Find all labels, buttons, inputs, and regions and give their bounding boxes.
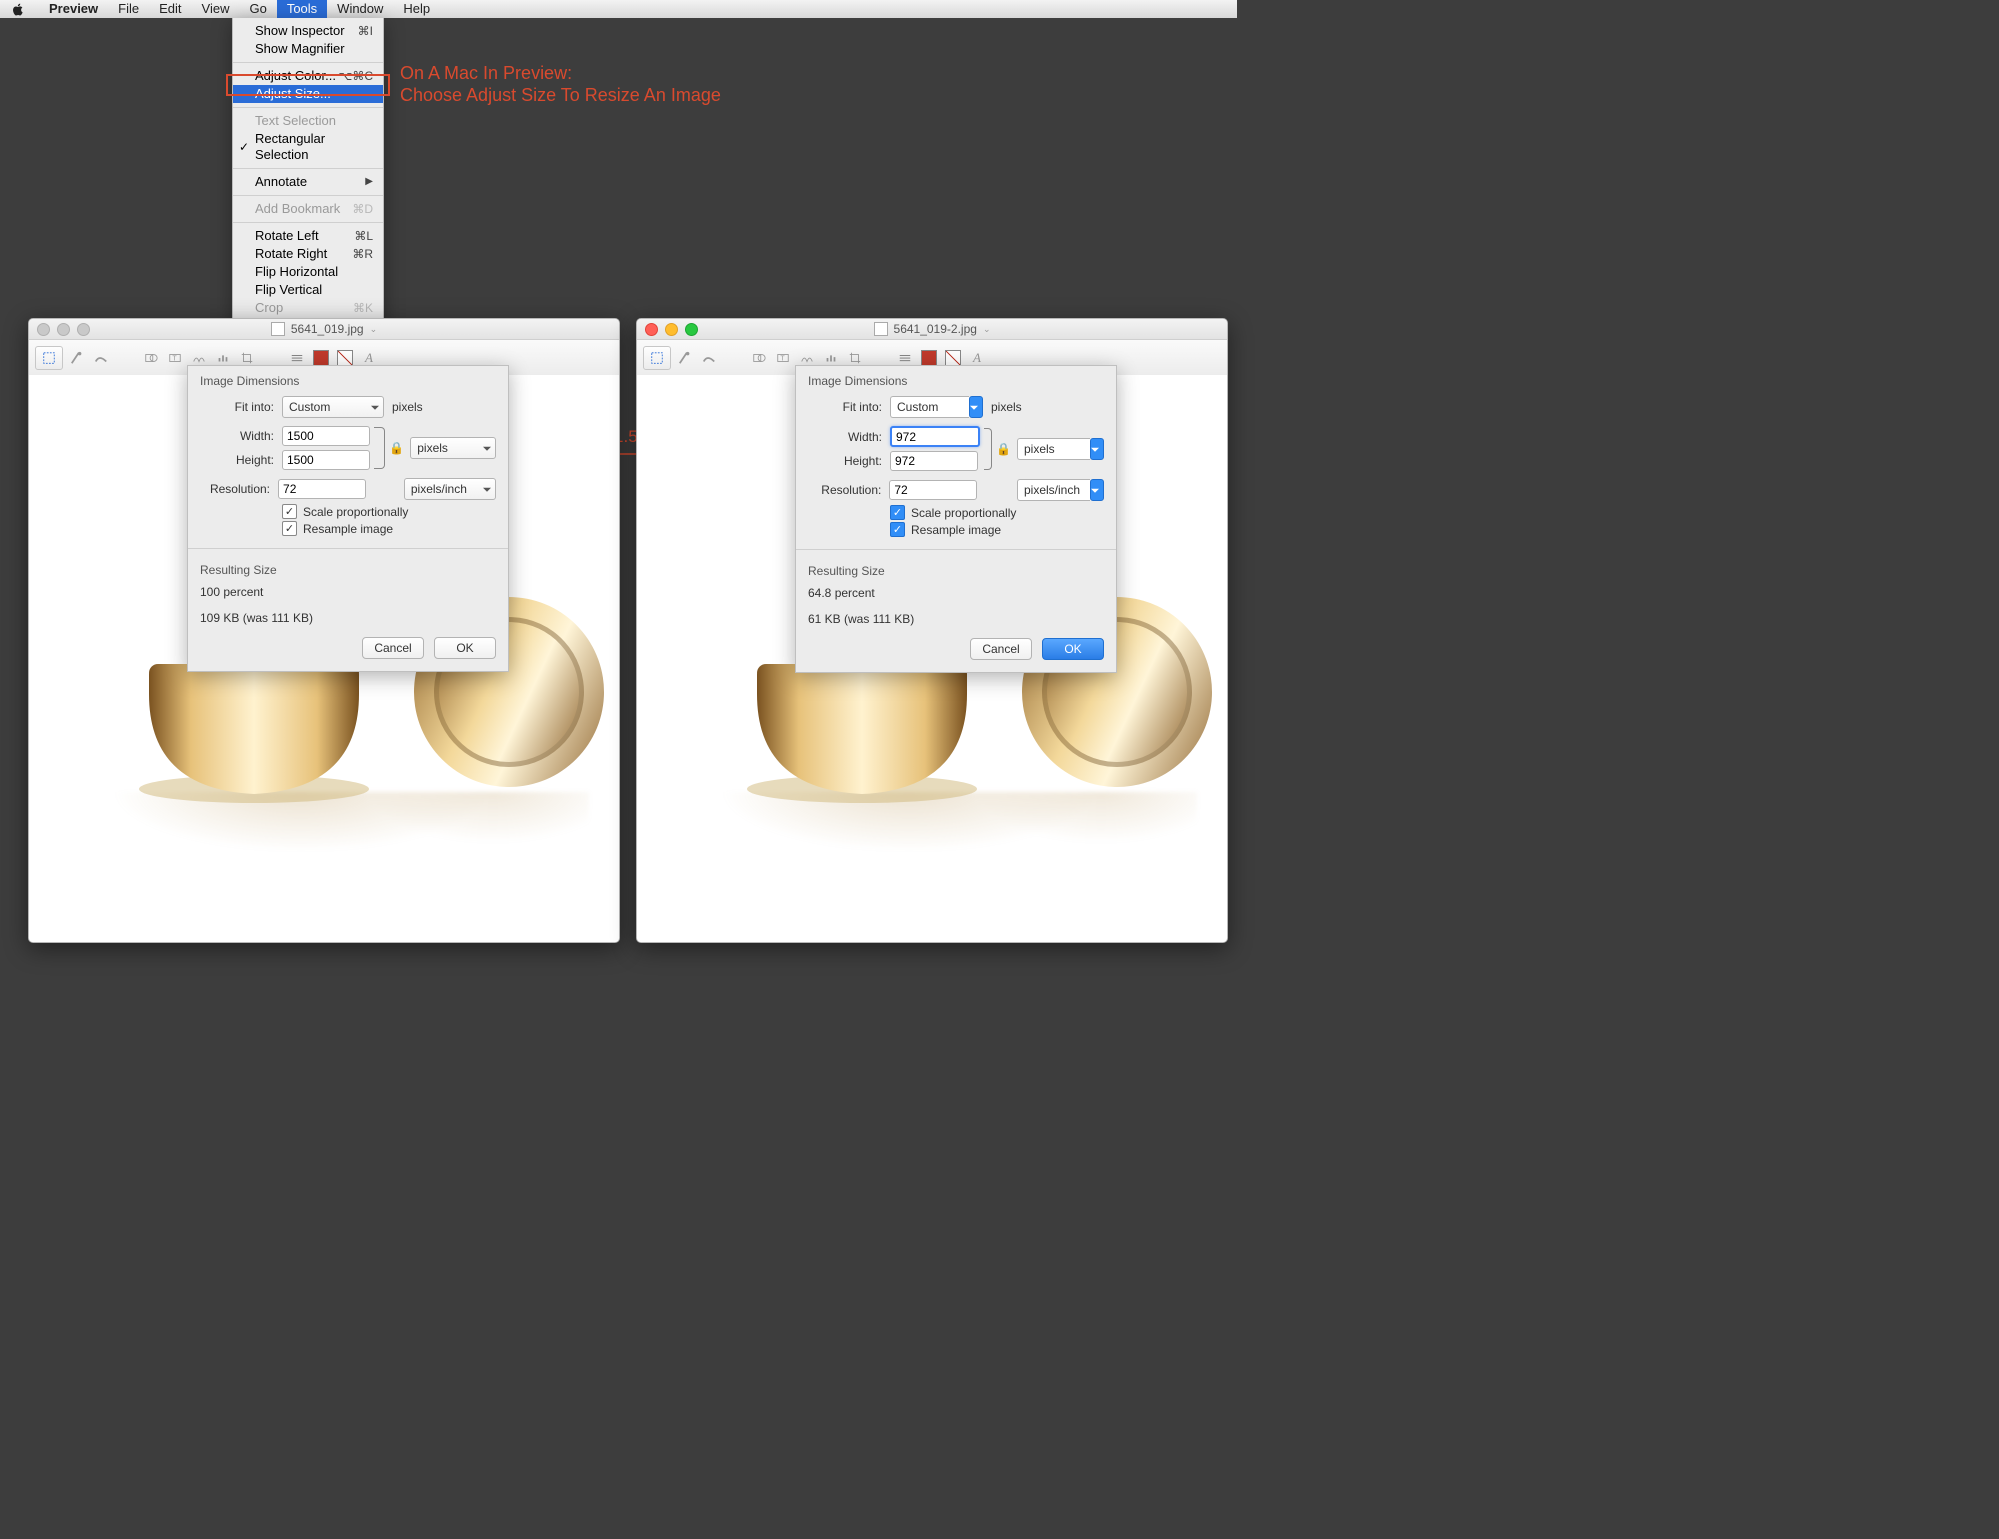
menu-file[interactable]: File [108, 0, 149, 18]
menuitem-text-selection: Text Selection [233, 112, 383, 130]
shapes-icon[interactable] [141, 347, 161, 369]
ok-button[interactable]: OK [1042, 638, 1104, 660]
height-input[interactable] [890, 451, 978, 471]
label-width: Width: [808, 430, 882, 444]
resample-image-checkbox[interactable]: ✓Resample image [282, 521, 496, 536]
menuitem-annotate[interactable]: Annotate▶ [233, 173, 383, 191]
preview-window-left: 5641_019.jpg ⌄ T A [28, 318, 620, 943]
lock-bracket [374, 427, 385, 469]
label-width: Width: [200, 429, 274, 443]
res-unit-select[interactable]: pixels/inch [404, 478, 496, 500]
label-fit-into: Fit into: [808, 400, 882, 414]
titlebar: 5641_019-2.jpg ⌄ [637, 319, 1227, 340]
menu-help[interactable]: Help [393, 0, 440, 18]
instant-alpha-icon[interactable] [675, 347, 695, 369]
menuitem-rectangular-selection[interactable]: ✓Rectangular Selection [233, 130, 383, 164]
menu-tools[interactable]: Tools [277, 0, 327, 18]
adjust-size-dialog: Image Dimensions Fit into: Custom pixels… [795, 365, 1117, 673]
menu-window[interactable]: Window [327, 0, 393, 18]
resolution-input[interactable] [889, 480, 977, 500]
width-input[interactable] [282, 426, 370, 446]
svg-text:T: T [780, 356, 785, 363]
svg-text:T: T [172, 356, 177, 363]
menuitem-crop: Crop⌘K [233, 299, 383, 317]
lock-bracket [984, 428, 992, 470]
window-title: 5641_019-2.jpg ⌄ [637, 322, 1227, 336]
scale-proportionally-checkbox[interactable]: ✓Scale proportionally [890, 505, 1104, 520]
cancel-button[interactable]: Cancel [362, 637, 424, 659]
lock-icon[interactable]: 🔒 [996, 442, 1011, 456]
file-icon [271, 322, 285, 336]
fit-into-select[interactable]: Custom [282, 396, 384, 418]
result-size: 109 KB (was 111 KB) [200, 611, 496, 625]
lock-icon[interactable]: 🔒 [389, 441, 404, 455]
menuitem-flip-horizontal[interactable]: Flip Horizontal [233, 263, 383, 281]
resample-image-checkbox[interactable]: ✓Resample image [890, 522, 1104, 537]
label-resolution: Resolution: [200, 482, 270, 496]
menuitem-rotate-right[interactable]: Rotate Right⌘R [233, 245, 383, 263]
ok-button[interactable]: OK [434, 637, 496, 659]
instant-alpha-icon[interactable] [67, 347, 87, 369]
menuitem-show-magnifier[interactable]: Show Magnifier [233, 40, 383, 58]
file-icon [874, 322, 888, 336]
window-title: 5641_019.jpg ⌄ [29, 322, 619, 336]
scale-proportionally-checkbox[interactable]: ✓Scale proportionally [282, 504, 496, 519]
selection-tool-icon[interactable] [643, 346, 671, 370]
height-input[interactable] [282, 450, 370, 470]
adjust-size-dialog: Image Dimensions Fit into: Custom pixels… [187, 365, 509, 672]
sketch-icon[interactable] [699, 347, 719, 369]
dialog-heading: Image Dimensions [200, 374, 496, 388]
menuitem-flip-vertical[interactable]: Flip Vertical [233, 281, 383, 299]
chevron-down-icon[interactable]: ⌄ [370, 324, 378, 335]
resolution-input[interactable] [278, 479, 366, 499]
text-icon[interactable]: T [165, 347, 185, 369]
cancel-button[interactable]: Cancel [970, 638, 1032, 660]
tools-dropdown: Show Inspector⌘I Show Magnifier Adjust C… [232, 18, 384, 367]
label-resolution: Resolution: [808, 483, 881, 497]
label-height: Height: [808, 454, 882, 468]
result-heading: Resulting Size [200, 563, 496, 577]
width-input[interactable] [890, 426, 980, 447]
menu-view[interactable]: View [192, 0, 240, 18]
sketch-icon[interactable] [91, 347, 111, 369]
result-size: 61 KB (was 111 KB) [808, 612, 1104, 626]
menubar: Preview File Edit View Go Tools Window H… [0, 0, 1237, 18]
label-height: Height: [200, 453, 274, 467]
menuitem-show-inspector[interactable]: Show Inspector⌘I [233, 22, 383, 40]
res-unit-select[interactable]: pixels/inch [1017, 479, 1104, 501]
size-unit-select[interactable]: pixels [410, 437, 496, 459]
result-heading: Resulting Size [808, 564, 1104, 578]
annotation-text-1: On A Mac In Preview: Choose Adjust Size … [400, 62, 721, 106]
titlebar: 5641_019.jpg ⌄ [29, 319, 619, 340]
menuitem-adjust-size[interactable]: Adjust Size... [233, 85, 383, 103]
fit-into-select[interactable]: Custom [890, 396, 983, 418]
menuitem-rotate-left[interactable]: Rotate Left⌘L [233, 227, 383, 245]
selection-tool-icon[interactable] [35, 346, 63, 370]
result-percent: 100 percent [200, 585, 496, 599]
reflection [717, 792, 1197, 922]
chevron-down-icon[interactable]: ⌄ [983, 324, 991, 335]
menu-go[interactable]: Go [239, 0, 276, 18]
dialog-heading: Image Dimensions [808, 374, 1104, 388]
result-percent: 64.8 percent [808, 586, 1104, 600]
size-unit-select[interactable]: pixels [1017, 438, 1104, 460]
label-fit-into: Fit into: [200, 400, 274, 414]
menuitem-add-bookmark: Add Bookmark⌘D [233, 200, 383, 218]
text-icon[interactable]: T [773, 347, 793, 369]
shapes-icon[interactable] [749, 347, 769, 369]
reflection [109, 792, 589, 922]
preview-window-right: 5641_019-2.jpg ⌄ T A [636, 318, 1228, 943]
fit-unit: pixels [991, 400, 1022, 414]
apple-icon[interactable] [12, 3, 25, 16]
menu-edit[interactable]: Edit [149, 0, 191, 18]
fit-unit: pixels [392, 400, 423, 414]
menuitem-adjust-color[interactable]: Adjust Color...⌥⌘C [233, 67, 383, 85]
menu-app[interactable]: Preview [39, 0, 108, 18]
